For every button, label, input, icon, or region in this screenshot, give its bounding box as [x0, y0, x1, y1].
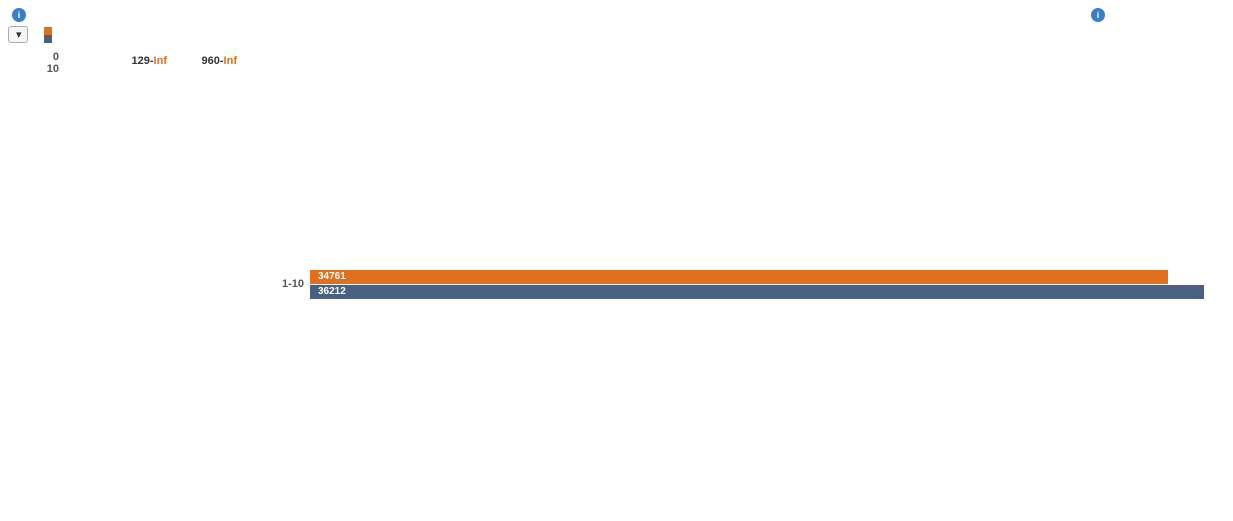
- header-right: i: [1025, 8, 1225, 22]
- delay-value: 129-Inf: [107, 55, 167, 67]
- chart-row-group: 010 129-Inf 960-Inf: [0, 47, 245, 75]
- orange-bar-label: 34761: [314, 271, 346, 282]
- orange-bar-row: 34761: [310, 270, 1204, 284]
- row-label: 1-10: [245, 47, 310, 521]
- legend-blue-dot: [44, 35, 52, 43]
- orange-bar: 34761: [310, 270, 1168, 284]
- dropdown-icon: ▾: [16, 28, 22, 41]
- row-label: 010: [0, 47, 65, 75]
- delay-info-icon[interactable]: i: [1091, 8, 1105, 22]
- chart-row-group: 1-10 34761 36212 4-12630-960: [245, 47, 1233, 521]
- blue-bar-label: 36212: [314, 286, 346, 297]
- fees-info-icon[interactable]: i: [12, 8, 26, 22]
- delay-column-header: i: [1025, 8, 1105, 22]
- blue-bar: 36212: [310, 285, 1204, 299]
- legend: [44, 27, 56, 43]
- bars-section: 34761 36212: [310, 47, 1204, 521]
- delay-time-col: 4-12630-960: [1204, 47, 1233, 521]
- blue-bar-row: 36212: [310, 285, 1204, 299]
- legend-orange-dot: [44, 27, 52, 35]
- satoshi-button[interactable]: ▾: [8, 26, 28, 43]
- time-value: 960-Inf: [177, 55, 237, 67]
- chart-area: 010 129-Inf 960-Inf 1-10 34761 36212 4-12630-9…: [0, 47, 1233, 521]
- delay-time-col: 129-Inf 960-Inf: [65, 47, 245, 75]
